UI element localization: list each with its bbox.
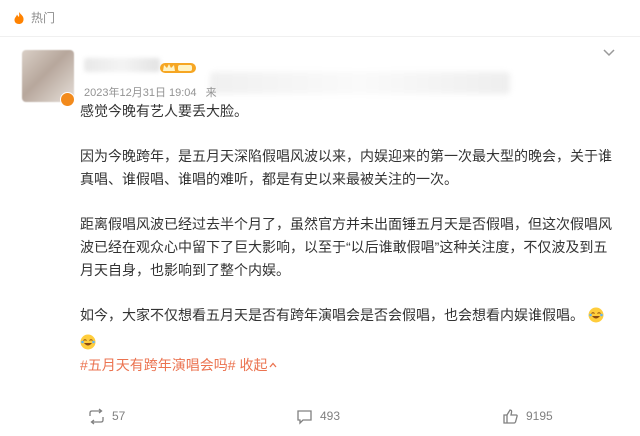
post-body: 感觉今晚有艺人要丢大脸。 因为今晚跨年，是五月天深陷假唱风波以来，内娱迎来的第一… [80, 100, 620, 377]
collapse-label: 收起 [239, 357, 268, 373]
username-blurred[interactable] [84, 58, 160, 72]
post-source: 来 [205, 87, 217, 99]
post-paragraph: 感觉今晚有艺人要丢大脸。 [80, 103, 248, 119]
like-count: 9195 [526, 409, 553, 423]
emoji-line [80, 331, 620, 354]
comment-icon [297, 410, 312, 425]
post-timestamp[interactable]: 2023年12月31日 19:04 [84, 87, 197, 99]
flame-icon [14, 12, 24, 24]
section-label: 热门 [31, 11, 56, 25]
repost-icon [89, 408, 104, 425]
comment-count: 493 [320, 409, 341, 423]
action-bar: 57 493 9195 [0, 400, 640, 436]
chevron-up-icon [269, 362, 277, 368]
hashtag-link[interactable]: #五月天有跨年演唱会吗# [80, 357, 236, 373]
post-paragraph: 距离假唱风波已经过去半个月了，虽然官方并未出面锤五月天是否假唱，但这次假唱风波已… [80, 216, 612, 278]
repost-count: 57 [112, 409, 126, 423]
post-meta: 2023年12月31日 19:04 来 [84, 84, 217, 100]
verified-badge-icon [60, 92, 75, 107]
laugh-cry-emoji-icon [80, 334, 96, 350]
post-paragraph: 因为今晚跨年，是五月天深陷假唱风波以来，内娱迎来的第一次最大型的晚会，关于谁真唱… [80, 148, 612, 187]
post-paragraph-text: 如今，大家不仅想看五月天是否有跨年演唱会是否会假唱，也会想看内娱谁假唱。 [80, 307, 584, 323]
thumbs-up-icon [503, 409, 518, 424]
laugh-cry-emoji-icon [588, 307, 604, 323]
top-bar: 热门 [0, 0, 640, 37]
chevron-down-icon[interactable] [603, 49, 615, 57]
member-crown-icon [160, 63, 196, 73]
post-paragraph-last: 如今，大家不仅想看五月天是否有跨年演唱会是否会假唱，也会想看内娱谁假唱。 [80, 304, 620, 327]
meta-blurred [210, 72, 510, 94]
collapse-link[interactable]: 收起 [239, 357, 277, 373]
tag-line: #五月天有跨年演唱会吗# 收起 [80, 354, 620, 377]
